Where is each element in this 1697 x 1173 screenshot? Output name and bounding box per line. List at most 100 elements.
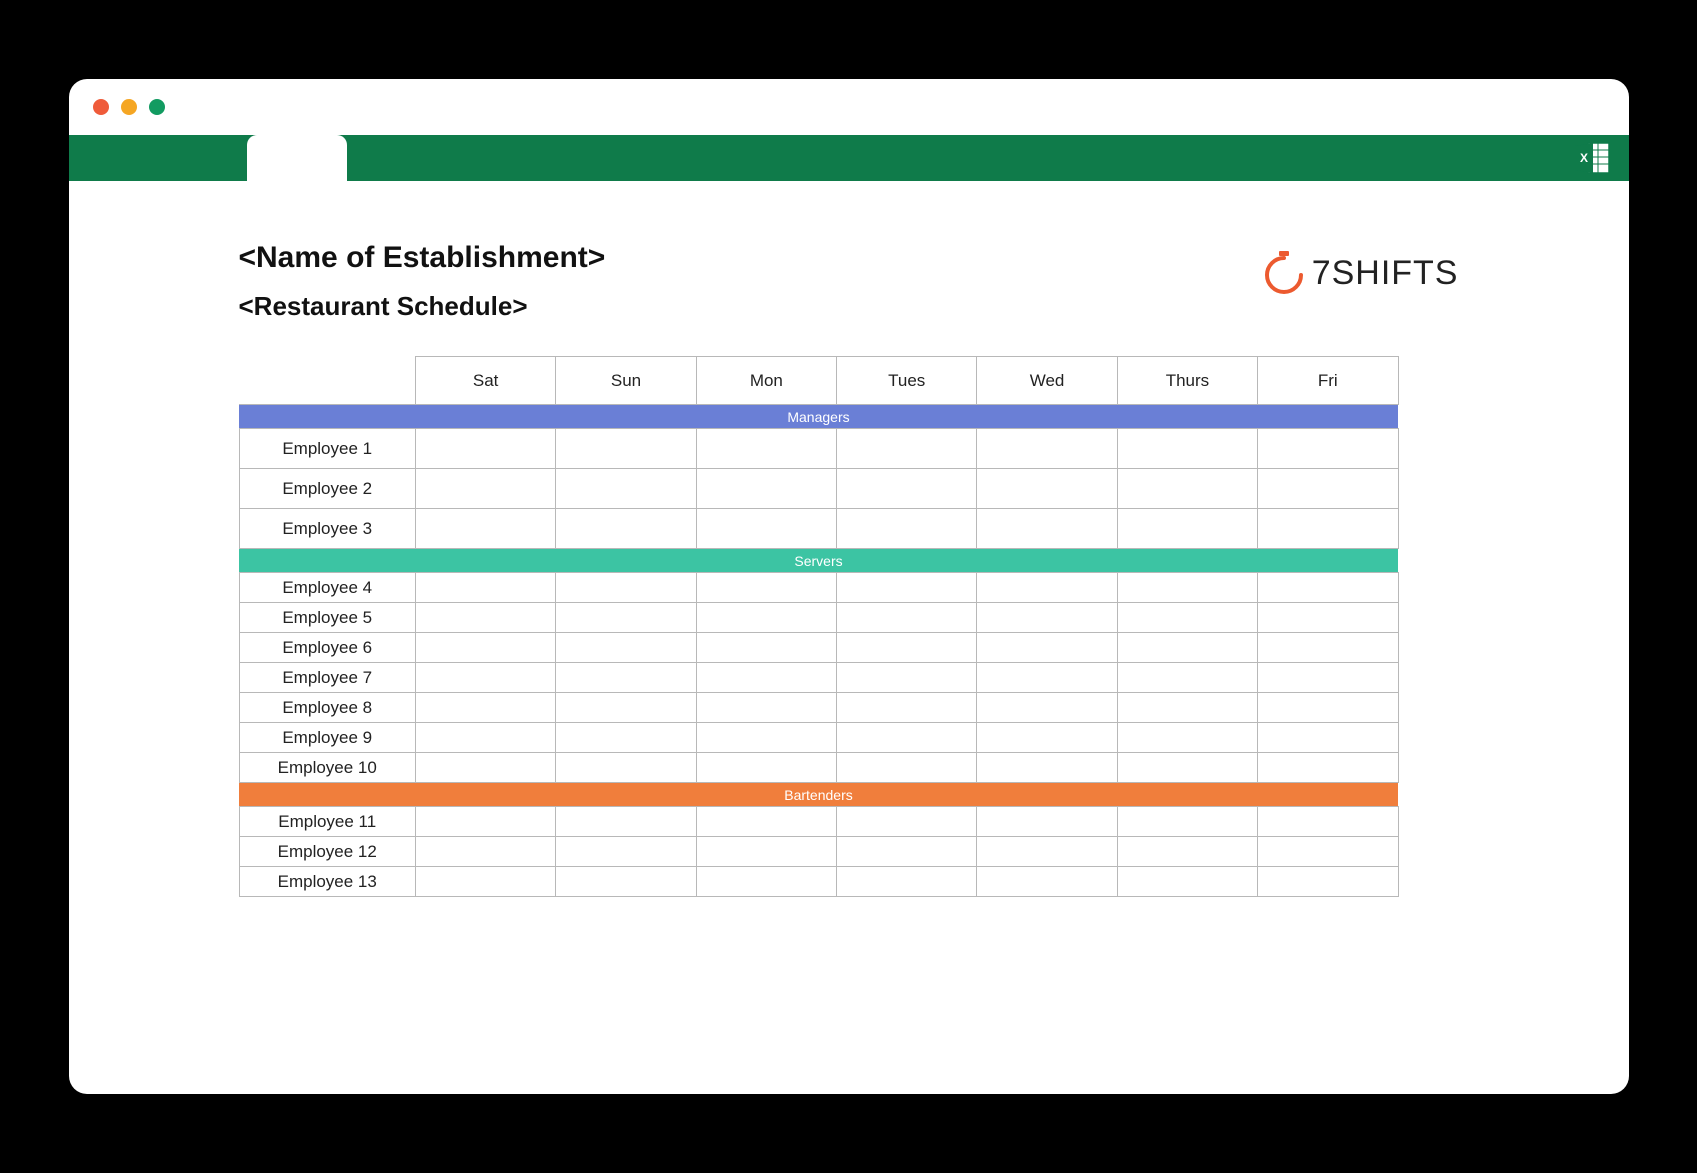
cell[interactable] [837, 807, 977, 837]
cell[interactable] [837, 837, 977, 867]
cell[interactable] [415, 573, 555, 603]
cell[interactable] [1117, 429, 1257, 469]
cell[interactable] [1117, 509, 1257, 549]
cell[interactable] [415, 663, 555, 693]
cell[interactable] [696, 753, 836, 783]
cell[interactable] [415, 753, 555, 783]
cell[interactable] [556, 723, 696, 753]
employee-name[interactable]: Employee 7 [239, 663, 415, 693]
maximize-icon[interactable] [149, 99, 165, 115]
cell[interactable] [1258, 509, 1398, 549]
employee-name[interactable]: Employee 6 [239, 633, 415, 663]
cell[interactable] [696, 573, 836, 603]
cell[interactable] [696, 807, 836, 837]
close-icon[interactable] [93, 99, 109, 115]
cell[interactable] [556, 837, 696, 867]
cell[interactable] [1117, 867, 1257, 897]
cell[interactable] [415, 723, 555, 753]
cell[interactable] [1117, 573, 1257, 603]
cell[interactable] [556, 663, 696, 693]
day-header[interactable]: Wed [977, 357, 1117, 405]
cell[interactable] [556, 509, 696, 549]
cell[interactable] [556, 693, 696, 723]
cell[interactable] [556, 753, 696, 783]
day-header[interactable]: Thurs [1117, 357, 1257, 405]
cell[interactable] [977, 429, 1117, 469]
cell[interactable] [1117, 837, 1257, 867]
cell[interactable] [1258, 469, 1398, 509]
cell[interactable] [1258, 753, 1398, 783]
cell[interactable] [977, 633, 1117, 663]
cell[interactable] [1258, 837, 1398, 867]
cell[interactable] [837, 753, 977, 783]
cell[interactable] [977, 753, 1117, 783]
cell[interactable] [1117, 753, 1257, 783]
minimize-icon[interactable] [121, 99, 137, 115]
cell[interactable] [1258, 663, 1398, 693]
employee-name[interactable]: Employee 10 [239, 753, 415, 783]
active-tab[interactable] [247, 135, 347, 181]
cell[interactable] [415, 509, 555, 549]
cell[interactable] [977, 867, 1117, 897]
cell[interactable] [1117, 663, 1257, 693]
cell[interactable] [977, 807, 1117, 837]
cell[interactable] [415, 693, 555, 723]
cell[interactable] [837, 509, 977, 549]
cell[interactable] [977, 509, 1117, 549]
day-header[interactable]: Tues [837, 357, 977, 405]
cell[interactable] [415, 837, 555, 867]
cell[interactable] [977, 723, 1117, 753]
day-header[interactable]: Sun [556, 357, 696, 405]
cell[interactable] [1117, 633, 1257, 663]
cell[interactable] [556, 633, 696, 663]
employee-name[interactable]: Employee 9 [239, 723, 415, 753]
cell[interactable] [977, 837, 1117, 867]
cell[interactable] [1258, 603, 1398, 633]
cell[interactable] [837, 693, 977, 723]
cell[interactable] [977, 663, 1117, 693]
day-header[interactable]: Mon [696, 357, 836, 405]
cell[interactable] [696, 663, 836, 693]
page-subtitle[interactable]: <Restaurant Schedule> [239, 291, 606, 322]
employee-name[interactable]: Employee 5 [239, 603, 415, 633]
cell[interactable] [837, 573, 977, 603]
cell[interactable] [1117, 693, 1257, 723]
cell[interactable] [696, 633, 836, 663]
cell[interactable] [696, 693, 836, 723]
cell[interactable] [1258, 807, 1398, 837]
cell[interactable] [977, 469, 1117, 509]
cell[interactable] [1117, 603, 1257, 633]
employee-name[interactable]: Employee 2 [239, 469, 415, 509]
cell[interactable] [696, 837, 836, 867]
employee-name[interactable]: Employee 3 [239, 509, 415, 549]
cell[interactable] [696, 867, 836, 897]
cell[interactable] [1258, 723, 1398, 753]
employee-name[interactable]: Employee 1 [239, 429, 415, 469]
cell[interactable] [837, 429, 977, 469]
cell[interactable] [415, 429, 555, 469]
cell[interactable] [696, 509, 836, 549]
cell[interactable] [837, 469, 977, 509]
cell[interactable] [977, 603, 1117, 633]
cell[interactable] [415, 603, 555, 633]
cell[interactable] [556, 867, 696, 897]
cell[interactable] [556, 429, 696, 469]
cell[interactable] [1258, 867, 1398, 897]
cell[interactable] [837, 663, 977, 693]
cell[interactable] [1117, 469, 1257, 509]
cell[interactable] [837, 633, 977, 663]
cell[interactable] [696, 723, 836, 753]
employee-name[interactable]: Employee 11 [239, 807, 415, 837]
cell[interactable] [696, 429, 836, 469]
cell[interactable] [415, 633, 555, 663]
cell[interactable] [556, 469, 696, 509]
employee-name[interactable]: Employee 12 [239, 837, 415, 867]
cell[interactable] [556, 807, 696, 837]
cell[interactable] [977, 573, 1117, 603]
cell[interactable] [1117, 807, 1257, 837]
cell[interactable] [837, 723, 977, 753]
cell[interactable] [1258, 693, 1398, 723]
employee-name[interactable]: Employee 13 [239, 867, 415, 897]
cell[interactable] [1117, 723, 1257, 753]
employee-name[interactable]: Employee 8 [239, 693, 415, 723]
